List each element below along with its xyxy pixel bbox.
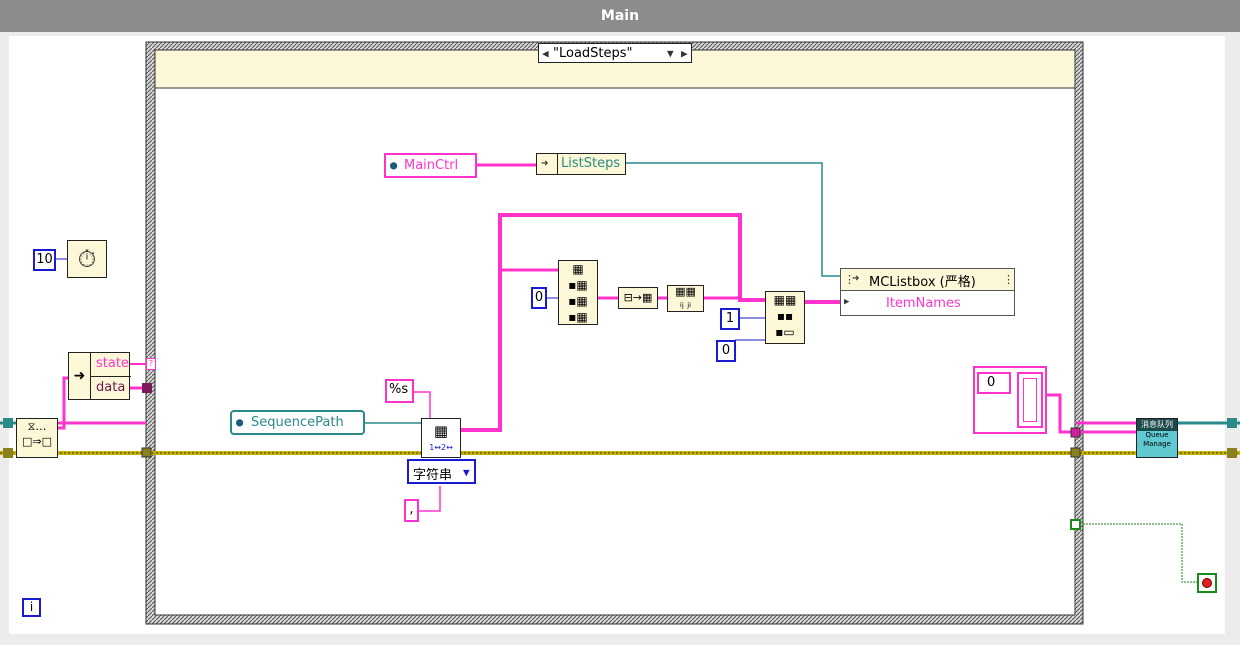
index-constant-0b[interactable]: 0 [716,340,736,362]
array-element [1023,378,1037,422]
cluster-divider [91,376,131,377]
index-constant-0[interactable]: 0 [531,287,547,309]
empty-array-constant[interactable]: 0 [973,366,1047,434]
iteration-terminal: i [22,598,41,617]
format-string-value: %s [389,382,409,397]
dropdown-arrow-icon[interactable]: ▼ [463,467,470,478]
increment-arrow-icon[interactable]: ▶ [681,48,688,59]
subvi-line2: Queue [1145,431,1169,439]
property-arrow-icon: ➜ [541,156,549,170]
delimiter-constant[interactable]: , [404,499,419,522]
array-index-value: 0 [987,375,996,390]
cluster-state-label: state [96,356,129,371]
index-constant-1[interactable]: 1 [720,308,740,330]
enum-value: 字符串 [413,468,453,483]
sequencepath-reference[interactable]: ● SequencePath [230,410,365,435]
delimiter-value: , [409,502,414,517]
transpose-icon: ▦▦ ᵢⱼ ⱼᵢ [675,285,696,310]
mainctrl-reference[interactable]: ● MainCtrl [384,153,477,178]
stop-terminal[interactable] [1197,573,1217,593]
globe-icon: ● [390,158,398,172]
format-string-constant[interactable]: %s [385,379,414,403]
mclistbox-label: MCListbox (严格) [869,275,976,290]
liststeps-property-node[interactable]: ➜ ListSteps [536,153,626,175]
case-selector[interactable]: ◀ "LoadSteps" ▼ ▶ [538,43,692,63]
subvi-line3: Manage [1143,440,1171,448]
index-array-icon: ▦ ▪▦ ▪▦ ▪▦ [568,262,588,324]
liststeps-label: ListSteps [561,156,621,171]
string-type-enum[interactable]: 字符串 ▼ [407,459,476,484]
array-subset-icon: ▦▦ ▪▪ ▪▭ [773,293,797,339]
decrement-arrow-icon[interactable]: ◀ [542,48,549,59]
index-array-node[interactable]: ▦ ▪▦ ▪▦ ▪▦ [558,260,598,325]
array-subset-node[interactable]: ▦▦ ▪▪ ▪▭ [765,291,805,344]
dequeue-icon: ⧖… □⇒□ [21,420,52,448]
queue-manage-subvi[interactable]: 消息队列 Queue Manage [1136,418,1178,458]
sequencepath-label: SequencePath [251,415,344,430]
diagram-wires [0,41,1240,625]
globe-icon: ● [236,415,244,429]
wait-ms-constant[interactable]: 10 [33,249,56,271]
mainctrl-label: MainCtrl [404,158,459,173]
state-tunnel[interactable]: ? [146,358,156,370]
spreadsheet-string-to-array-node[interactable]: ▦ 1↔2↔ [421,418,461,458]
cluster-data-label: data [96,380,126,395]
transpose-array-node[interactable]: ▦▦ ᵢⱼ ⱼᵢ [667,285,704,312]
wait-ms-function[interactable]: ⏱ [67,240,107,278]
write-arrow-icon: ▶ [844,297,850,307]
case-selector-value: "LoadSteps" [553,46,633,61]
ref-out-icon: ⋮ [1003,273,1014,286]
mclistbox-header: ⋮ ➜ MCListbox (严格) ⋮ [841,269,1014,291]
unbundle-arrow-icon: ➜ [69,353,91,399]
itemnames-label: ItemNames [886,296,961,311]
metronome-icon: ⏱ [77,245,97,273]
array-index-display[interactable]: 0 [977,372,1011,394]
stop-icon [1202,578,1212,588]
subvi-title: 消息队列 [1137,419,1177,431]
property-divider [557,154,558,174]
labview-block-diagram-window: Main ◀ "LoadSteps" ▼ ▶ 10 ⏱ ➜ state data… [0,0,1240,645]
build-array-icon: ⊟→▦ [623,291,653,304]
array-element-frame [1017,372,1043,428]
property-arrow-icon: ➜ [852,271,860,285]
build-array-node[interactable]: ⊟→▦ [618,287,658,309]
dequeue-message-node[interactable]: ⧖… □⇒□ [16,418,58,458]
dropdown-arrow-icon[interactable]: ▼ [667,48,674,59]
unbundle-by-name-node[interactable]: ➜ state data [68,352,131,400]
mclistbox-property-node[interactable]: ⋮ ➜ MCListbox (严格) ⋮ ▶ ItemNames [840,268,1015,316]
spreadsheet-icon: ▦ [433,422,449,440]
